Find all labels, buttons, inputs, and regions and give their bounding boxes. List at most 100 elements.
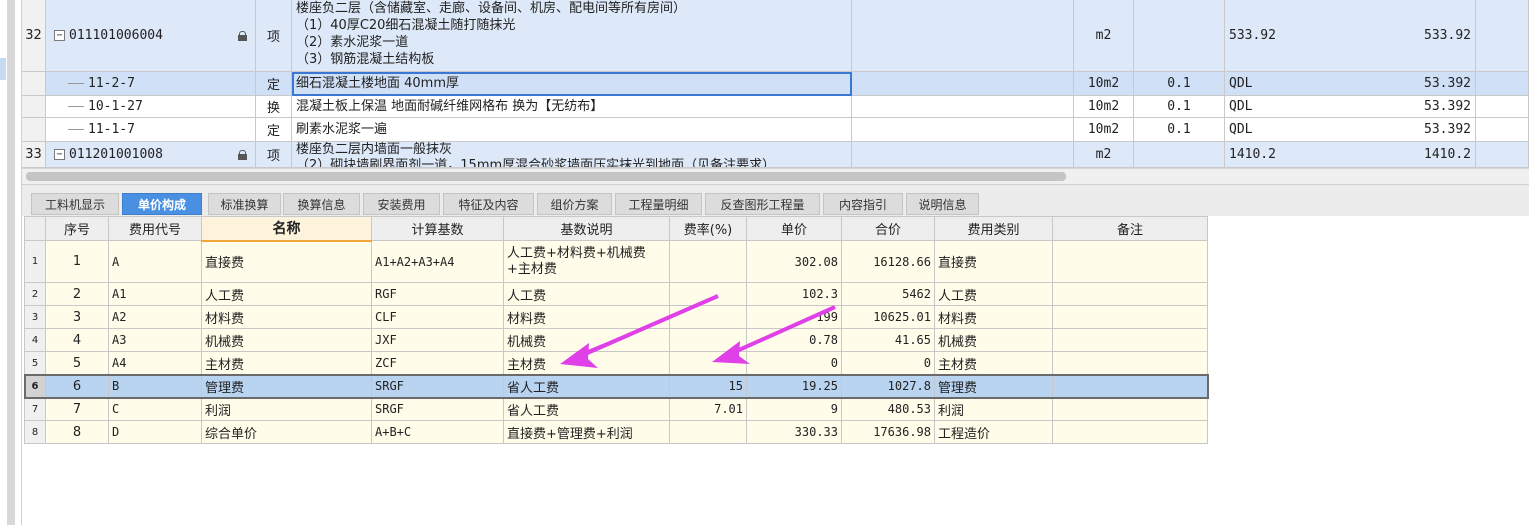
header-total[interactable]: 合价 bbox=[841, 216, 935, 241]
expression-cell[interactable]: 533.92 533.92 bbox=[1225, 0, 1476, 72]
base-cell[interactable]: ZCF bbox=[371, 351, 504, 375]
code-cell[interactable]: C bbox=[108, 397, 202, 421]
tab-2[interactable]: 单价构成 bbox=[122, 193, 202, 215]
blank-cell[interactable] bbox=[852, 118, 1074, 142]
code-cell[interactable]: A1 bbox=[108, 282, 202, 306]
item-code-cell[interactable]: 11-1-7 bbox=[46, 118, 256, 142]
blank-cell[interactable] bbox=[852, 142, 1074, 168]
table-row[interactable]: 4 4 A3 机械费 JXF 机械费 0.78 41.65 机械费 bbox=[24, 328, 1208, 352]
expression-cell[interactable]: 1410.2 1410.2 bbox=[1225, 142, 1476, 168]
quantity-cell[interactable]: 0.1 bbox=[1134, 118, 1225, 142]
left-vertical-scrollbar[interactable] bbox=[7, 0, 15, 525]
seq-cell[interactable]: 4 bbox=[45, 328, 109, 352]
table-row[interactable]: 5 5 A4 主材费 ZCF 主材费 0 0 主材费 bbox=[24, 351, 1208, 375]
item-code-cell[interactable]: −011201001008 bbox=[46, 142, 256, 168]
price-cell[interactable]: 102.3 bbox=[746, 282, 842, 306]
blank-cell[interactable] bbox=[852, 0, 1074, 72]
category-cell[interactable]: 工程造价 bbox=[934, 420, 1053, 444]
base-desc-cell[interactable]: 机械费 bbox=[503, 328, 670, 352]
note-cell[interactable] bbox=[1052, 282, 1208, 306]
category-cell[interactable]: 利润 bbox=[934, 397, 1053, 421]
tab-9[interactable]: 反查图形工程量 bbox=[705, 193, 820, 215]
bill-row[interactable]: 33−011201001008 项楼座负二层内墙面一般抹灰 （2）砌块墙刷界面剂一道… bbox=[22, 142, 1529, 168]
category-cell[interactable]: 人工费 bbox=[934, 282, 1053, 306]
expression-cell[interactable]: QDL 53.392 bbox=[1225, 118, 1476, 142]
bill-row[interactable]: 32−011101006004 项楼座负二层（含储藏室、走廊、设备间、机房、配电间… bbox=[22, 0, 1529, 72]
category-cell[interactable]: 机械费 bbox=[934, 328, 1053, 352]
name-cell[interactable]: 综合单价 bbox=[201, 420, 372, 444]
horizontal-scrollbar[interactable] bbox=[22, 168, 1529, 184]
blank-cell[interactable] bbox=[852, 72, 1074, 96]
note-cell[interactable] bbox=[1052, 240, 1208, 283]
price-cell[interactable]: 9 bbox=[746, 397, 842, 421]
base-cell[interactable]: SRGF bbox=[371, 374, 504, 398]
tab-3[interactable]: 标准换算 bbox=[208, 193, 281, 215]
header-note[interactable]: 备注 bbox=[1052, 216, 1208, 241]
note-cell[interactable] bbox=[1052, 305, 1208, 329]
item-type-cell[interactable]: 项 bbox=[256, 142, 292, 168]
total-cell[interactable]: 0 bbox=[841, 351, 935, 375]
unit-cell[interactable]: m2 bbox=[1074, 0, 1134, 72]
expression-cell[interactable]: QDL 53.392 bbox=[1225, 72, 1476, 96]
base-desc-cell[interactable]: 材料费 bbox=[503, 305, 670, 329]
category-cell[interactable]: 管理费 bbox=[934, 374, 1053, 398]
price-cell[interactable]: 302.08 bbox=[746, 240, 842, 283]
rate-cell[interactable] bbox=[669, 240, 747, 283]
price-cell[interactable]: 0.78 bbox=[746, 328, 842, 352]
base-cell[interactable]: JXF bbox=[371, 328, 504, 352]
item-code-cell[interactable]: 10-1-27 bbox=[46, 96, 256, 118]
table-row[interactable]: 7 7 C 利润 SRGF 省人工费 7.01 9 480.53 利润 bbox=[24, 397, 1208, 421]
unit-cell[interactable]: 10m2 bbox=[1074, 118, 1134, 142]
item-description-cell[interactable]: 混凝土板上保温 地面耐碱纤维网格布 换为【无纺布】 bbox=[292, 96, 852, 118]
item-type-cell[interactable]: 定 bbox=[256, 72, 292, 96]
rate-cell[interactable]: 15 bbox=[669, 374, 747, 398]
rate-cell[interactable]: 7.01 bbox=[669, 397, 747, 421]
seq-cell[interactable]: 7 bbox=[45, 397, 109, 421]
total-cell[interactable]: 480.53 bbox=[841, 397, 935, 421]
blank-cell[interactable] bbox=[852, 96, 1074, 118]
base-cell[interactable]: RGF bbox=[371, 282, 504, 306]
header-seq[interactable]: 序号 bbox=[45, 216, 109, 241]
seq-cell[interactable]: 1 bbox=[45, 240, 109, 283]
name-cell[interactable]: 机械费 bbox=[201, 328, 372, 352]
total-cell[interactable]: 17636.98 bbox=[841, 420, 935, 444]
bill-row[interactable]: 10-1-27 换 混凝土板上保温 地面耐碱纤维网格布 换为【无纺布】 10m2 0.1… bbox=[22, 96, 1529, 118]
table-row[interactable]: 1 1 A 直接费 A1+A2+A3+A4 人工费+材料费+机械费+主材费 302.08 16… bbox=[24, 240, 1208, 283]
item-code-cell[interactable]: −011101006004 bbox=[46, 0, 256, 72]
base-desc-cell[interactable]: 省人工费 bbox=[503, 397, 670, 421]
tab-1[interactable]: 工料机显示 bbox=[31, 193, 119, 215]
unit-cell[interactable]: 10m2 bbox=[1074, 72, 1134, 96]
unit-cell[interactable]: 10m2 bbox=[1074, 96, 1134, 118]
item-code-cell[interactable]: 11-2-7 bbox=[46, 72, 256, 96]
tab-7[interactable]: 组价方案 bbox=[537, 193, 612, 215]
base-desc-cell[interactable]: 人工费 bbox=[503, 282, 670, 306]
price-cell[interactable]: 199 bbox=[746, 305, 842, 329]
category-cell[interactable]: 直接费 bbox=[934, 240, 1053, 283]
quantity-cell[interactable] bbox=[1134, 142, 1225, 168]
seq-cell[interactable]: 3 bbox=[45, 305, 109, 329]
base-cell[interactable]: CLF bbox=[371, 305, 504, 329]
price-cell[interactable]: 19.25 bbox=[746, 374, 842, 398]
total-cell[interactable]: 5462 bbox=[841, 282, 935, 306]
quantity-cell[interactable]: 0.1 bbox=[1134, 96, 1225, 118]
horizontal-scrollbar-thumb[interactable] bbox=[26, 172, 1066, 181]
header-rate[interactable]: 费率(%) bbox=[669, 216, 747, 241]
tab-8[interactable]: 工程量明细 bbox=[615, 193, 702, 215]
note-cell[interactable] bbox=[1052, 374, 1208, 398]
base-desc-cell[interactable]: 主材费 bbox=[503, 351, 670, 375]
code-cell[interactable]: A bbox=[108, 240, 202, 283]
item-type-cell[interactable]: 换 bbox=[256, 96, 292, 118]
name-cell[interactable]: 直接费 bbox=[201, 240, 372, 283]
rate-cell[interactable] bbox=[669, 328, 747, 352]
note-cell[interactable] bbox=[1052, 328, 1208, 352]
base-desc-cell[interactable]: 省人工费 bbox=[503, 374, 670, 398]
total-cell[interactable]: 10625.01 bbox=[841, 305, 935, 329]
rate-cell[interactable] bbox=[669, 351, 747, 375]
category-cell[interactable]: 主材费 bbox=[934, 351, 1053, 375]
price-cell[interactable]: 330.33 bbox=[746, 420, 842, 444]
note-cell[interactable] bbox=[1052, 351, 1208, 375]
seq-cell[interactable]: 5 bbox=[45, 351, 109, 375]
header-code[interactable]: 费用代号 bbox=[108, 216, 202, 241]
tab-11[interactable]: 说明信息 bbox=[906, 193, 979, 215]
name-cell[interactable]: 材料费 bbox=[201, 305, 372, 329]
